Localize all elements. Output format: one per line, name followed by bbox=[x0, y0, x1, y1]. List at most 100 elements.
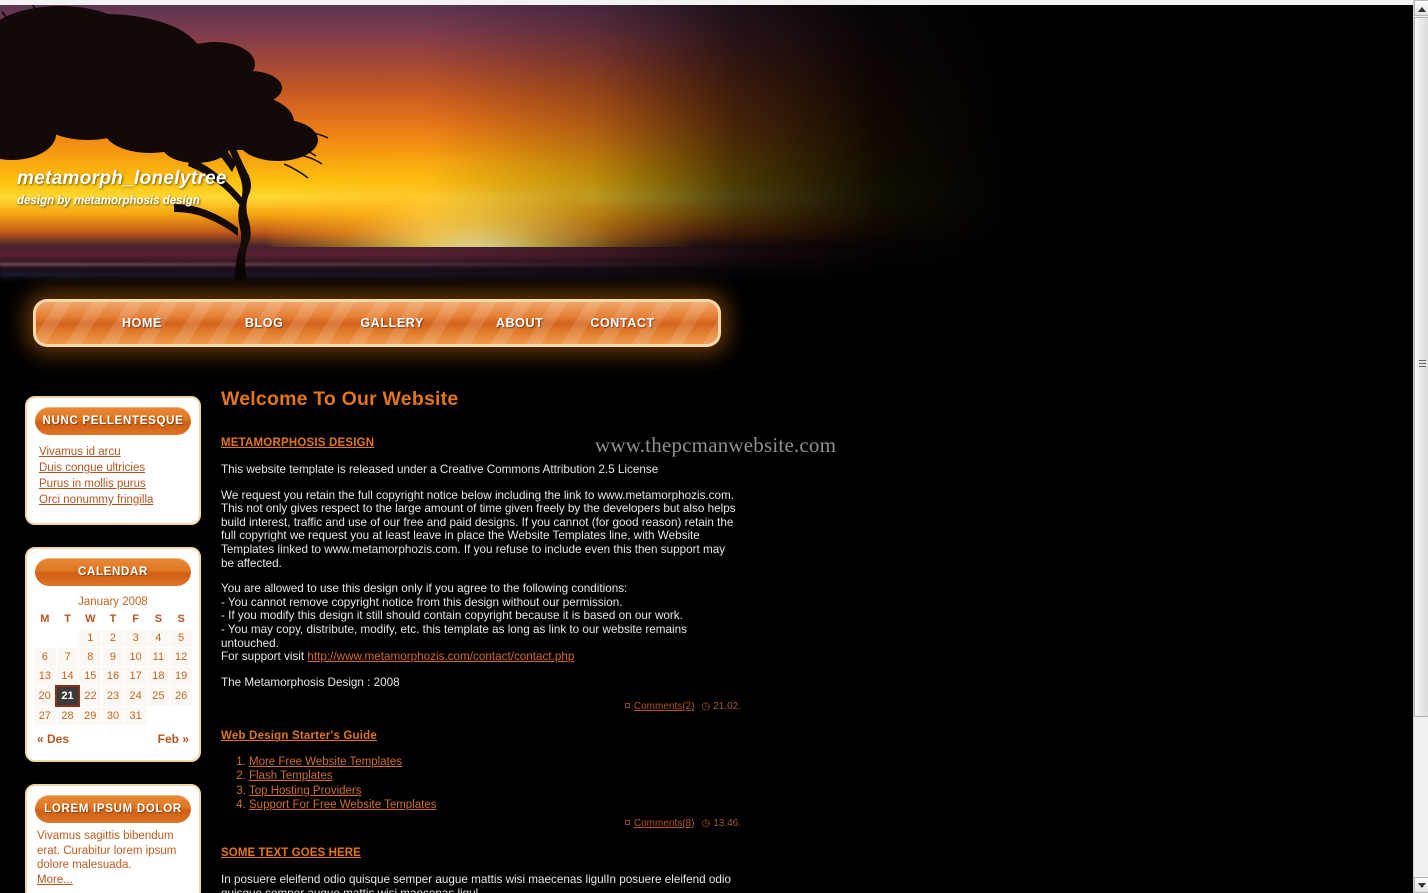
list-item: Support For Free Website Templates bbox=[249, 799, 741, 813]
widget-title: LOREM IPSUM DOLOR bbox=[44, 803, 182, 815]
post-conditions-text: You are allowed to use this design only … bbox=[221, 582, 687, 650]
scrollbar-grip-icon bbox=[1419, 360, 1426, 367]
list-item-link[interactable]: Support For Free Website Templates bbox=[249, 799, 437, 811]
scroll-down-button[interactable] bbox=[1414, 877, 1428, 893]
list-item: More Free Website Templates bbox=[249, 756, 741, 770]
main-content: Welcome To Our Website METAMORPHOSIS DES… bbox=[221, 388, 741, 893]
calendar-day[interactable]: 16 bbox=[101, 666, 125, 687]
calendar-weekday: W bbox=[85, 613, 96, 625]
calendar-day[interactable]: 3 bbox=[123, 628, 148, 648]
list-item-link[interactable]: Flash Templates bbox=[249, 770, 333, 782]
calendar-week-row: 13 14 15 16 17 18 19 bbox=[33, 666, 193, 687]
calendar-day[interactable]: 6 bbox=[33, 647, 57, 667]
nav-item-home[interactable]: HOME bbox=[122, 316, 162, 330]
calendar-day-today[interactable]: 21 bbox=[55, 685, 80, 707]
nav-item-blog[interactable]: BLOG bbox=[245, 316, 284, 330]
calendar-day-empty bbox=[169, 705, 193, 726]
scroll-up-button[interactable] bbox=[1414, 0, 1428, 16]
widget-calendar: CALENDAR January 2008 M T W T F S S 1 2 … bbox=[25, 547, 201, 762]
site-title: metamorph_lonelytree bbox=[17, 168, 227, 189]
nav-item-gallery[interactable]: GALLERY bbox=[360, 316, 423, 330]
calendar-day[interactable]: 20 bbox=[33, 685, 57, 707]
sidebar-link-vivamus[interactable]: Vivamus id arcu bbox=[39, 445, 187, 460]
calendar-day[interactable]: 1 bbox=[78, 628, 103, 648]
widget-paragraph: Vivamus sagittis bibendum erat. Curabitu… bbox=[37, 830, 177, 871]
widget-more-link[interactable]: More... bbox=[37, 874, 73, 886]
vertical-scrollbar[interactable] bbox=[1413, 0, 1428, 893]
post-paragraph: In posuere eleifend odio quisque semper … bbox=[221, 873, 732, 893]
calendar-day-rows: 1 2 3 4 5 6 7 8 9 10 11 12 13 14 15 16 17 18 19 20 21 22 23 24 2… bbox=[33, 628, 193, 726]
widget-header: NUNC PELLENTESQUE bbox=[35, 407, 191, 435]
list-item-link[interactable]: More Free Website Templates bbox=[249, 756, 402, 768]
comment-square-icon bbox=[624, 820, 630, 826]
calendar-day[interactable]: 7 bbox=[55, 647, 80, 667]
calendar-day[interactable]: 10 bbox=[123, 647, 148, 667]
calendar-day[interactable]: 22 bbox=[78, 685, 103, 707]
page-title: Welcome To Our Website bbox=[221, 388, 459, 410]
list-item: Top Hosting Providers bbox=[249, 785, 741, 799]
post-comments-link[interactable]: Comments(2) bbox=[634, 701, 695, 712]
post-title-link[interactable]: Web Design Starter's Guide bbox=[221, 730, 377, 742]
post-title-link[interactable]: SOME TEXT GOES HERE bbox=[221, 847, 361, 859]
post-meta: Comments(2) ◷ 21.02. bbox=[221, 701, 741, 712]
calendar-day[interactable]: 11 bbox=[146, 647, 171, 667]
calendar-day[interactable]: 23 bbox=[101, 685, 125, 707]
post-title-link[interactable]: METAMORPHOSIS DESIGN bbox=[221, 437, 374, 449]
calendar-day[interactable]: 18 bbox=[146, 666, 171, 687]
comment-square-icon bbox=[624, 703, 630, 709]
calendar-week-row: 27 28 29 30 31 bbox=[33, 705, 193, 726]
calendar-prev-month[interactable]: « Des bbox=[37, 732, 69, 746]
calendar-day[interactable]: 8 bbox=[78, 647, 103, 667]
calendar-day[interactable]: 14 bbox=[55, 666, 80, 687]
calendar-weekday: S bbox=[154, 613, 163, 625]
post-web-design-starters-guide: Web Design Starter's Guide More Free Web… bbox=[221, 726, 741, 829]
list-item-link[interactable]: Top Hosting Providers bbox=[249, 785, 362, 797]
widget-header: CALENDAR bbox=[35, 558, 191, 586]
nav-item-contact[interactable]: CONTACT bbox=[590, 316, 654, 330]
calendar-day[interactable]: 19 bbox=[169, 666, 193, 687]
calendar-day[interactable]: 29 bbox=[78, 705, 103, 726]
banner-right-fade bbox=[0, 4, 1413, 289]
sidebar-link-purus[interactable]: Purus in mollis purus bbox=[39, 477, 187, 492]
calendar-day[interactable]: 30 bbox=[101, 705, 125, 726]
calendar-weekday: S bbox=[177, 613, 185, 625]
calendar-day[interactable]: 15 bbox=[78, 666, 103, 687]
support-link[interactable]: http://www.metamorphozis.com/contact/con… bbox=[307, 650, 574, 663]
scrollbar-thumb[interactable] bbox=[1414, 17, 1428, 717]
calendar-day[interactable]: 28 bbox=[55, 705, 80, 726]
nav-item-about[interactable]: ABOUT bbox=[496, 316, 543, 330]
sidebar-link-duis[interactable]: Duis congue ultricies bbox=[39, 461, 187, 476]
post-paragraph: This website template is released under … bbox=[221, 463, 659, 476]
post-conditions-list: You are allowed to use this design only … bbox=[221, 582, 741, 664]
calendar-day[interactable]: 27 bbox=[33, 705, 57, 726]
calendar-day[interactable]: 13 bbox=[33, 666, 57, 687]
widget-body: Vivamus id arcu Duis congue ultricies Pu… bbox=[27, 435, 199, 511]
banner-bottom-fade bbox=[0, 253, 1413, 289]
support-prefix: For support visit bbox=[221, 650, 308, 664]
post-time: 13.46. bbox=[713, 818, 741, 830]
post-ordered-list: More Free Website Templates Flash Templa… bbox=[231, 756, 741, 812]
calendar-day[interactable]: 17 bbox=[123, 666, 148, 687]
calendar-day[interactable]: 5 bbox=[169, 628, 193, 648]
sidebar-link-orci[interactable]: Orci nonummy fringilla bbox=[39, 493, 187, 508]
calendar-day[interactable]: 26 bbox=[169, 685, 193, 707]
post-comments-link[interactable]: Comments(8) bbox=[634, 818, 695, 829]
calendar-month-label: January 2008 bbox=[78, 596, 148, 608]
site-subtitle: design by metamorphosis design bbox=[17, 195, 200, 207]
calendar-day[interactable]: 25 bbox=[146, 685, 171, 707]
calendar-weekday: F bbox=[132, 613, 140, 625]
calendar-day[interactable]: 4 bbox=[146, 628, 171, 648]
nav-bar: HOME BLOG GALLERY ABOUT CONTACT bbox=[36, 302, 718, 344]
calendar-day[interactable]: 31 bbox=[123, 705, 148, 726]
clock-icon: ◷ bbox=[701, 701, 711, 713]
widget-body: Vivamus sagittis bibendum erat. Curabitu… bbox=[27, 823, 199, 887]
list-item: Flash Templates bbox=[249, 770, 741, 784]
calendar-next-month[interactable]: Feb » bbox=[158, 732, 189, 746]
calendar-day[interactable]: 2 bbox=[101, 628, 125, 648]
calendar-day-empty bbox=[146, 705, 171, 726]
calendar-week-row: 12345 bbox=[33, 628, 193, 648]
calendar-day[interactable]: 24 bbox=[123, 685, 148, 707]
calendar-day[interactable]: 9 bbox=[101, 647, 125, 667]
calendar-day[interactable]: 12 bbox=[169, 647, 193, 667]
chevron-up-icon bbox=[1418, 7, 1426, 12]
